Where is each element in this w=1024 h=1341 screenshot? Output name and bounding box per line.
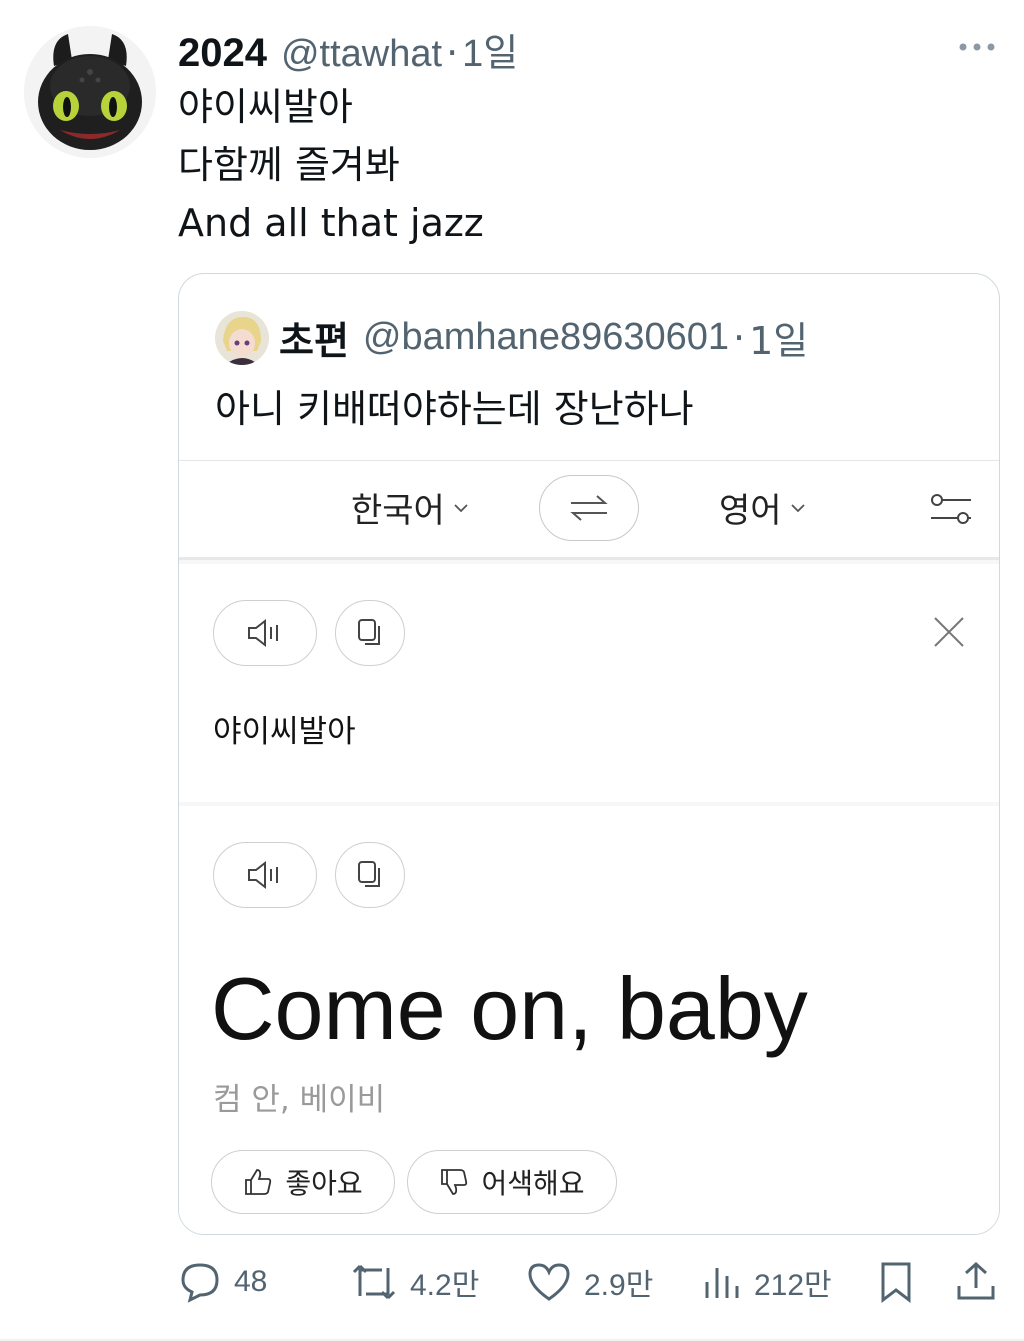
source-panel: 야이씨발아 (179, 564, 999, 802)
tweet-action-bar: 48 4.2만 2.9만 212만 (0, 1252, 1024, 1312)
author-avatar[interactable] (24, 26, 156, 158)
translator-settings-button[interactable] (927, 489, 975, 529)
share-button[interactable] (954, 1260, 998, 1304)
quoted-display-name[interactable]: 초편 (279, 310, 349, 365)
source-language-select[interactable]: 한국어 (351, 483, 469, 532)
close-icon (934, 617, 964, 647)
reply-button[interactable]: 48 (178, 1260, 267, 1304)
language-bar: 한국어 영어 (179, 460, 999, 560)
more-dots-icon (959, 43, 995, 51)
like-button[interactable]: 2.9만 (526, 1260, 653, 1304)
views-count: 212만 (754, 1269, 832, 1302)
quoted-tweet-text: 아니 키배떠야하는데 장난하나 (215, 387, 694, 431)
quoted-tweet-card[interactable]: 초편 @bamhane89630601 · 1일 아니 키배떠야하는데 장난하나… (178, 273, 1000, 1235)
tweet-line-1: 야이씨발아 (178, 85, 353, 129)
author-handle[interactable]: @ttawhat (281, 33, 442, 76)
author-display-name[interactable]: 2024 (178, 31, 267, 76)
tweet-line-2: 다함께 즐겨봐 (178, 143, 400, 187)
quoted-author-avatar[interactable] (215, 310, 269, 365)
source-speak-button[interactable] (213, 600, 317, 666)
dragon-avatar-icon (24, 26, 156, 158)
speaker-icon (248, 860, 278, 890)
translator-screenshot[interactable]: 한국어 영어 야이씨발아 Come on, baby 컴 안, 베이비 좋아요 … (179, 460, 999, 1234)
copy-icon (358, 619, 380, 645)
thumbs-up-icon (245, 1169, 272, 1195)
retweet-icon (352, 1264, 396, 1300)
translation-copy-button[interactable] (335, 842, 405, 908)
bookmark-icon (881, 1262, 911, 1304)
copy-icon (358, 861, 380, 887)
retweet-button[interactable]: 4.2만 (350, 1260, 479, 1304)
target-language-select[interactable]: 영어 (719, 483, 806, 532)
quoted-tweet-header: 초편 @bamhane89630601 · 1일 (215, 310, 808, 365)
clear-text-button[interactable] (929, 612, 969, 652)
thumbs-down-icon (441, 1169, 468, 1195)
quoted-time[interactable]: 1일 (749, 310, 808, 365)
bookmark-button[interactable] (876, 1260, 916, 1304)
translation-panel: Come on, baby 컴 안, 베이비 좋아요 어색해요 (179, 806, 999, 1234)
separator-dot: · (446, 31, 459, 75)
retweet-count: 4.2만 (410, 1269, 480, 1302)
swap-arrows-icon (570, 495, 608, 521)
chevron-down-icon (790, 503, 806, 513)
target-language-label: 영어 (719, 491, 782, 531)
tweet-text: 야이씨발아 다함께 즐겨봐 And all that jazz (178, 78, 484, 252)
speaker-icon (248, 618, 278, 648)
sliders-icon (931, 494, 971, 524)
reply-bubble-icon (181, 1263, 219, 1303)
tweet-header: 2024 @ttawhat · 1일 (178, 22, 518, 75)
quoted-separator-dot: · (733, 315, 746, 360)
tweet-time[interactable]: 1일 (462, 22, 518, 77)
dislike-translation-button[interactable]: 어색해요 (407, 1150, 617, 1214)
like-translation-button[interactable]: 좋아요 (211, 1150, 395, 1214)
dislike-label: 어색해요 (481, 1167, 585, 1200)
source-text[interactable]: 야이씨발아 (213, 706, 356, 751)
like-count: 2.9만 (584, 1269, 654, 1302)
source-copy-button[interactable] (335, 600, 405, 666)
share-upload-icon (957, 1261, 995, 1300)
translation-speak-button[interactable] (213, 842, 317, 908)
tweet-line-3: And all that jazz (178, 201, 484, 245)
reply-count: 48 (234, 1265, 268, 1298)
anime-character-avatar-icon (215, 310, 269, 365)
translated-text: Come on, baby (211, 959, 808, 1058)
more-options-button[interactable] (952, 32, 1002, 62)
like-label: 좋아요 (285, 1167, 363, 1200)
heart-icon (528, 1263, 570, 1301)
views-button[interactable]: 212만 (702, 1260, 832, 1304)
chevron-down-icon (453, 503, 469, 513)
views-chart-icon (705, 1268, 739, 1298)
quoted-handle[interactable]: @bamhane89630601 (363, 316, 729, 359)
pronunciation-text: 컴 안, 베이비 (213, 1082, 386, 1118)
swap-languages-button[interactable] (539, 475, 639, 541)
source-language-label: 한국어 (351, 491, 445, 531)
